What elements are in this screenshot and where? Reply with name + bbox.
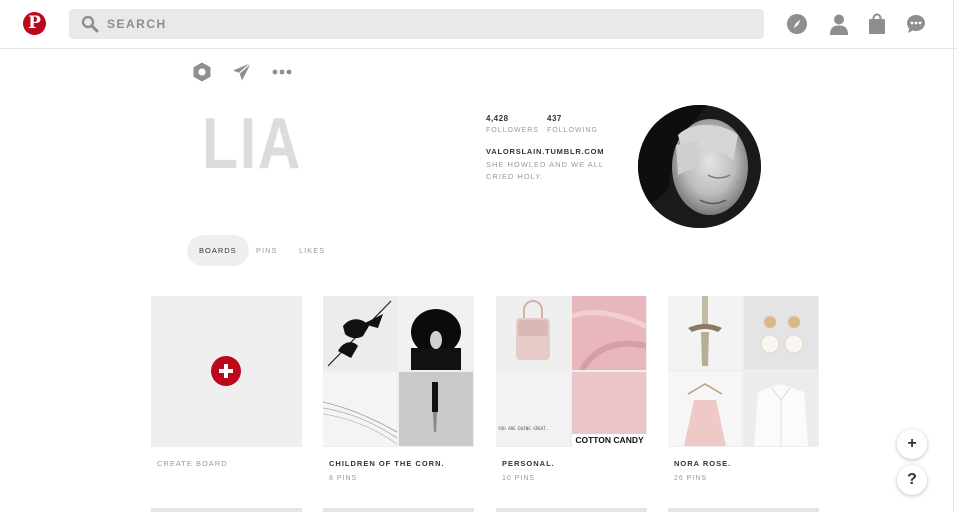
board-pin-count: 8 PINS xyxy=(329,475,358,482)
hat-photo xyxy=(399,296,473,370)
next-row-board[interactable] xyxy=(668,508,819,512)
board-cover[interactable]: YOU ARE DOING GREAT. COTTON CANDY xyxy=(496,296,647,447)
search-bar[interactable] xyxy=(69,9,764,39)
tab-likes[interactable]: LIKES xyxy=(299,235,325,266)
pink-fabric-photo xyxy=(572,296,646,370)
tab-boards[interactable]: BOARDS xyxy=(187,235,249,266)
profile-bio: SHE HOWLED AND WE ALL CRIED HOLY. xyxy=(486,160,604,181)
avatar[interactable] xyxy=(638,105,761,228)
scrollbar-track[interactable] xyxy=(953,0,954,512)
help-button[interactable]: ? xyxy=(897,465,927,495)
more-icon[interactable] xyxy=(271,61,293,83)
pinterest-logo[interactable]: P xyxy=(23,12,46,35)
branches-photo xyxy=(323,372,397,446)
board-title: CREATE BOARD xyxy=(157,459,228,468)
send-icon[interactable] xyxy=(231,61,253,83)
backpack-photo xyxy=(496,296,570,370)
board-card-personal[interactable]: YOU ARE DOING GREAT. COTTON CANDY PERSON… xyxy=(496,296,647,482)
board-pin-count: 10 PINS xyxy=(502,475,536,482)
board-title: NORA ROSE. xyxy=(674,459,732,468)
settings-icon[interactable] xyxy=(191,61,213,83)
board-cover[interactable] xyxy=(668,296,819,447)
white-shirt-photo xyxy=(744,372,818,446)
board-title: PERSONAL. xyxy=(502,459,555,468)
board-card-children-of-the-corn[interactable]: CHILDREN OF THE CORN. 8 PINS xyxy=(323,296,474,482)
followers-label: FOLLOWERS xyxy=(486,127,539,134)
profile-icon[interactable] xyxy=(828,13,850,35)
earrings-photo xyxy=(744,296,818,370)
logo-letter: P xyxy=(28,13,41,33)
crow-photo xyxy=(323,296,397,370)
top-bar: P xyxy=(0,0,957,49)
search-input[interactable] xyxy=(107,9,747,39)
profile-name: LIA xyxy=(202,104,303,184)
dress-photo xyxy=(668,372,742,446)
following-count: 437 xyxy=(547,114,562,123)
next-row-board[interactable] xyxy=(496,508,647,512)
quote-photo: YOU ARE DOING GREAT. xyxy=(496,372,570,446)
add-board-icon[interactable] xyxy=(211,356,241,386)
following-stat[interactable]: 437 FOLLOWING xyxy=(547,114,598,134)
avatar-photo xyxy=(638,105,761,228)
quote-text: YOU ARE DOING GREAT. xyxy=(498,426,548,431)
bag-icon[interactable] xyxy=(866,13,888,35)
board-cover[interactable] xyxy=(323,296,474,447)
website-link[interactable]: VALORSLAIN.TUMBLR.COM xyxy=(486,147,604,156)
next-row-board[interactable] xyxy=(151,508,302,512)
followers-stat[interactable]: 4,428 FOLLOWERS xyxy=(486,114,539,134)
followers-count: 4,428 xyxy=(486,114,509,123)
knife-photo xyxy=(399,372,473,446)
add-pin-button[interactable]: + xyxy=(897,429,927,459)
next-row-board[interactable] xyxy=(323,508,474,512)
create-board-card[interactable]: CREATE BOARD xyxy=(151,296,302,468)
messages-icon[interactable] xyxy=(905,13,927,35)
board-card-nora-rose[interactable]: NORA ROSE. 26 PINS xyxy=(668,296,819,482)
sword-photo xyxy=(668,296,742,370)
cotton-candy-label: COTTON CANDY xyxy=(572,434,647,447)
tab-pins[interactable]: PINS xyxy=(256,235,278,266)
create-board-cover[interactable] xyxy=(151,296,302,447)
board-pin-count: 26 PINS xyxy=(674,475,708,482)
search-icon xyxy=(81,15,99,33)
following-label: FOLLOWING xyxy=(547,127,599,134)
compass-icon[interactable] xyxy=(786,13,808,35)
board-title: CHILDREN OF THE CORN. xyxy=(329,459,445,468)
